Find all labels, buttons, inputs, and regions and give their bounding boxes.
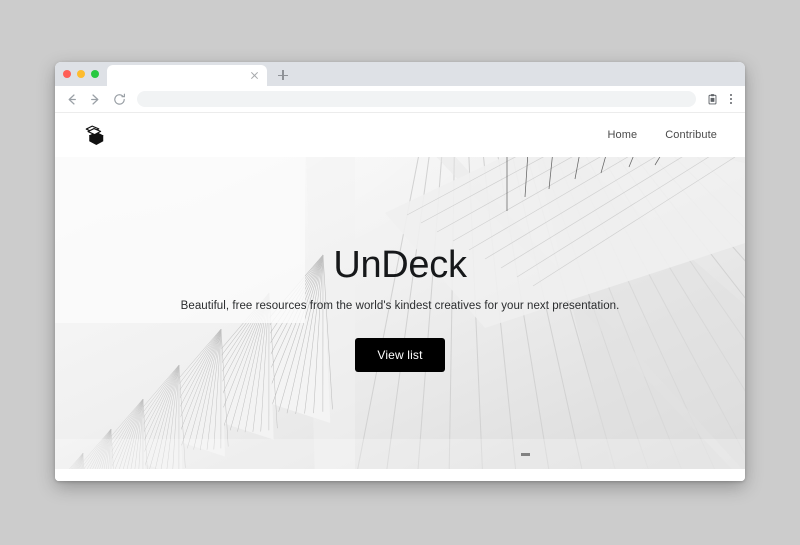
hero-section: UnDeck Beautiful, free resources from th… (55, 157, 745, 469)
hero-subtitle: Beautiful, free resources from the world… (180, 300, 620, 312)
page-viewport: Home Contribute UnDeck Beautiful, free r… (55, 113, 745, 481)
browser-window: Home Contribute UnDeck Beautiful, free r… (55, 62, 745, 481)
maximize-window-button[interactable] (91, 70, 99, 78)
nav-link-contribute[interactable]: Contribute (665, 129, 717, 141)
clipboard-icon[interactable] (705, 92, 720, 107)
minimize-window-button[interactable] (77, 70, 85, 78)
page-title: UnDeck (333, 244, 467, 286)
page-bottom-strip (55, 469, 745, 481)
browser-toolbar (55, 86, 745, 113)
window-traffic-lights (63, 62, 107, 86)
arrow-right-icon[interactable] (87, 91, 104, 108)
site-navbar: Home Contribute (55, 113, 745, 157)
close-icon[interactable] (249, 70, 260, 81)
browser-tab[interactable] (107, 65, 267, 86)
view-list-button[interactable]: View list (355, 338, 445, 372)
site-nav-links: Home Contribute (607, 129, 717, 141)
reload-icon[interactable] (111, 91, 128, 108)
close-window-button[interactable] (63, 70, 71, 78)
address-bar[interactable] (137, 91, 696, 107)
browser-tab-strip (55, 62, 745, 86)
arrow-left-icon[interactable] (63, 91, 80, 108)
kebab-menu-icon[interactable] (724, 92, 737, 107)
hero-content: UnDeck Beautiful, free resources from th… (55, 157, 745, 469)
nav-link-home[interactable]: Home (607, 129, 637, 141)
new-tab-icon[interactable] (273, 65, 293, 85)
undeck-logo-icon[interactable] (81, 121, 109, 149)
